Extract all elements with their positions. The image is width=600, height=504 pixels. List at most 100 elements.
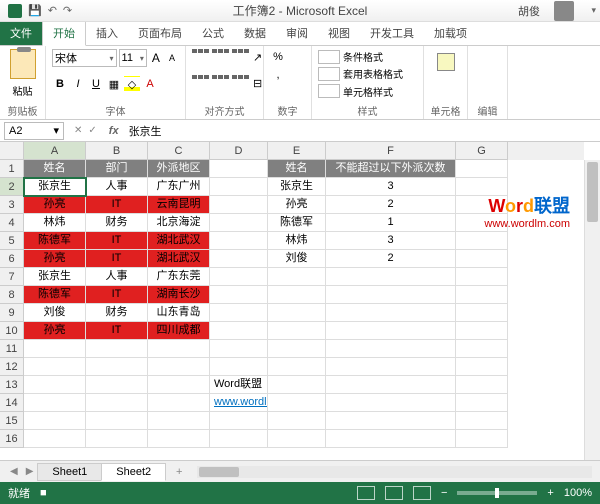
cell[interactable]	[210, 160, 268, 178]
fx-icon[interactable]: fx	[103, 125, 125, 137]
cell[interactable]: 刘俊	[268, 250, 326, 268]
fill-color-icon[interactable]: ◇	[124, 76, 140, 92]
col-header-E[interactable]: E	[268, 142, 326, 160]
horizontal-scrollbar[interactable]	[197, 466, 592, 478]
cell[interactable]	[456, 394, 508, 412]
cell[interactable]	[268, 322, 326, 340]
cell[interactable]: 湖北武汉	[148, 250, 210, 268]
cell[interactable]: IT	[86, 196, 148, 214]
cell[interactable]	[24, 358, 86, 376]
cell[interactable]: 刘俊	[24, 304, 86, 322]
cell[interactable]: 陈德军	[24, 286, 86, 304]
tab-layout[interactable]: 页面布局	[128, 21, 192, 45]
cell[interactable]	[210, 178, 268, 196]
cell[interactable]	[148, 358, 210, 376]
cell[interactable]	[210, 340, 268, 358]
cell[interactable]	[148, 430, 210, 448]
cell[interactable]	[456, 232, 508, 250]
cell[interactable]: 广东广州	[148, 178, 210, 196]
cell[interactable]	[456, 304, 508, 322]
select-all-corner[interactable]	[0, 142, 24, 160]
cell[interactable]: 四川成都	[148, 322, 210, 340]
cell[interactable]	[456, 340, 508, 358]
tab-insert[interactable]: 插入	[86, 21, 128, 45]
cell[interactable]: 孙亮	[24, 196, 86, 214]
cell[interactable]	[24, 412, 86, 430]
cell[interactable]	[86, 412, 148, 430]
row-header-9[interactable]: 9	[0, 304, 24, 322]
cell[interactable]	[86, 340, 148, 358]
cell[interactable]: 林炜	[268, 232, 326, 250]
cell[interactable]: IT	[86, 232, 148, 250]
cell[interactable]	[326, 430, 456, 448]
page-break-icon[interactable]	[413, 486, 431, 500]
cell[interactable]: 北京海淀	[148, 214, 210, 232]
col-header-G[interactable]: G	[456, 142, 508, 160]
accept-icon[interactable]: ✓	[88, 125, 96, 136]
cell[interactable]	[24, 340, 86, 358]
tab-dev[interactable]: 开发工具	[360, 21, 424, 45]
cell[interactable]	[24, 376, 86, 394]
cell[interactable]: 云南昆明	[148, 196, 210, 214]
cell[interactable]: IT	[86, 250, 148, 268]
cells-icon[interactable]	[437, 53, 455, 71]
row-header-15[interactable]: 15	[0, 412, 24, 430]
font-color-icon[interactable]: A	[142, 76, 158, 92]
tab-view[interactable]: 视图	[318, 21, 360, 45]
cell[interactable]: 2	[326, 196, 456, 214]
cell[interactable]	[210, 268, 268, 286]
cell[interactable]	[210, 250, 268, 268]
cell[interactable]	[456, 250, 508, 268]
cell[interactable]: 姓名	[268, 160, 326, 178]
tab-review[interactable]: 审阅	[276, 21, 318, 45]
cell[interactable]: 山东青岛	[148, 304, 210, 322]
col-header-B[interactable]: B	[86, 142, 148, 160]
cell[interactable]	[456, 322, 508, 340]
avatar[interactable]	[554, 1, 574, 21]
cell[interactable]	[24, 394, 86, 412]
sheet-tab-2[interactable]: Sheet2	[101, 463, 166, 481]
row-header-1[interactable]: 1	[0, 160, 24, 178]
cell[interactable]	[210, 322, 268, 340]
cell[interactable]	[456, 268, 508, 286]
cell[interactable]	[268, 286, 326, 304]
cell[interactable]	[210, 412, 268, 430]
cell[interactable]: 孙亮	[24, 322, 86, 340]
shrink-font-icon[interactable]: A	[165, 50, 179, 66]
redo-icon[interactable]: ↷	[63, 4, 72, 17]
cell[interactable]	[268, 268, 326, 286]
cell[interactable]: 孙亮	[268, 196, 326, 214]
cell[interactable]	[326, 394, 456, 412]
cell[interactable]	[326, 322, 456, 340]
grow-font-icon[interactable]: A	[149, 50, 163, 66]
vertical-scrollbar[interactable]	[584, 160, 600, 460]
cell[interactable]	[268, 358, 326, 376]
cell[interactable]: 陈德军	[268, 214, 326, 232]
cell[interactable]	[86, 358, 148, 376]
cell[interactable]	[326, 358, 456, 376]
cell[interactable]: 3	[326, 232, 456, 250]
user-name[interactable]: 胡俊	[518, 3, 540, 19]
cell[interactable]: 人事	[86, 268, 148, 286]
tab-data[interactable]: 数据	[234, 21, 276, 45]
cell[interactable]	[326, 304, 456, 322]
align-center-icon[interactable]	[212, 75, 230, 91]
row-header-3[interactable]: 3	[0, 196, 24, 214]
scroll-thumb[interactable]	[587, 162, 598, 222]
cell[interactable]	[456, 286, 508, 304]
cell[interactable]	[268, 412, 326, 430]
col-header-F[interactable]: F	[326, 142, 456, 160]
cell[interactable]: 2	[326, 250, 456, 268]
cell[interactable]	[456, 196, 508, 214]
row-header-13[interactable]: 13	[0, 376, 24, 394]
percent-icon[interactable]: %	[270, 49, 286, 65]
tab-addin[interactable]: 加载项	[424, 21, 477, 45]
zoom-level[interactable]: 100%	[564, 487, 592, 499]
cell[interactable]: 张京生	[24, 178, 86, 196]
row-header-16[interactable]: 16	[0, 430, 24, 448]
cell[interactable]	[210, 304, 268, 322]
cell-style-button[interactable]: 单元格样式	[318, 84, 417, 99]
tab-file[interactable]: 文件	[0, 21, 42, 45]
orientation-icon[interactable]: ↗	[252, 49, 263, 65]
cond-format-button[interactable]: 条件格式	[318, 49, 417, 64]
